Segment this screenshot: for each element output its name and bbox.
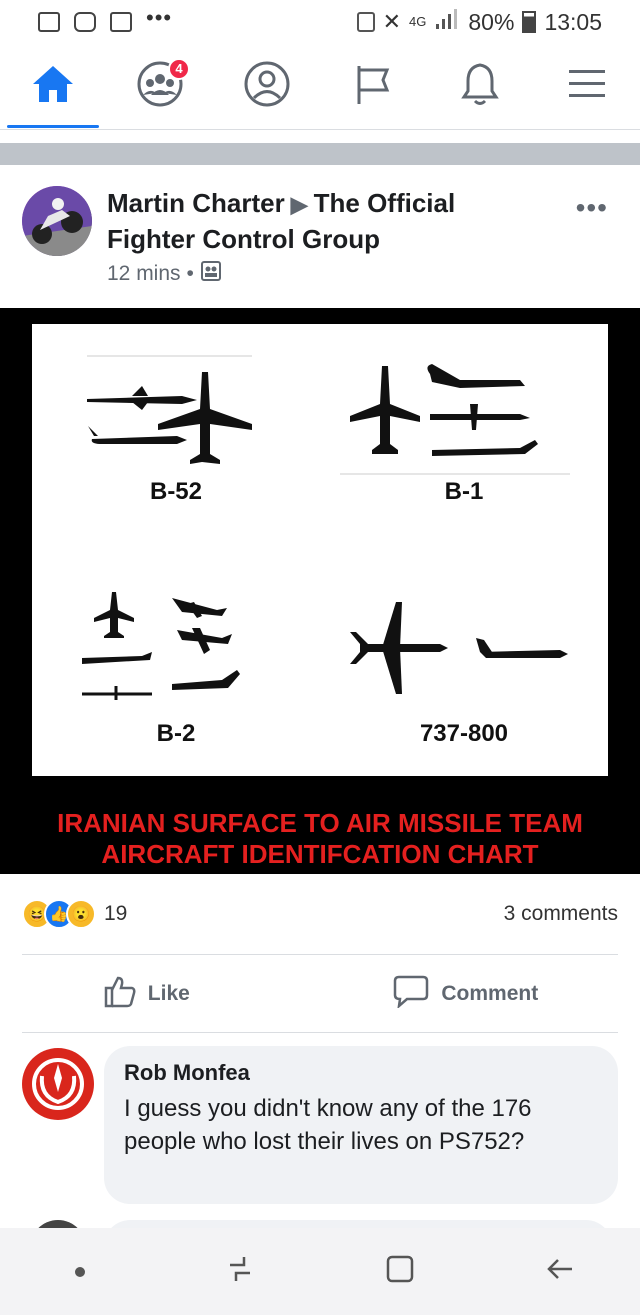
tab-pages[interactable] bbox=[323, 44, 423, 130]
post-image[interactable]: B-52 B-1 B-2 737-800 IRANIAN SURFACE TO … bbox=[0, 308, 640, 874]
divider bbox=[22, 954, 618, 955]
profile-icon bbox=[244, 61, 290, 112]
shared-to-arrow-icon: ▶ bbox=[290, 192, 308, 217]
post-meta: 12 mins • bbox=[107, 260, 222, 288]
gallery-icon bbox=[38, 12, 60, 32]
caption-line-2: AIRCRAFT IDENTIFCATION CHART bbox=[101, 839, 539, 869]
recents-icon bbox=[224, 1253, 256, 1290]
chart-label: B-52 bbox=[149, 478, 203, 505]
reactions-bar: 😆 👍 😮 19 3 comments bbox=[0, 890, 640, 938]
like-label: Like bbox=[147, 982, 190, 1005]
nav-dot-button[interactable] bbox=[30, 1242, 130, 1302]
image-caption: IRANIAN SURFACE TO AIR MISSILE TEAM AIRC… bbox=[0, 808, 640, 870]
system-navigation-bar bbox=[0, 1228, 640, 1315]
more-notifications-indicator: ••• bbox=[146, 5, 173, 30]
mail-icon bbox=[110, 12, 132, 32]
aircraft-chart: B-52 B-1 B-2 737-800 bbox=[32, 324, 608, 776]
groups-badge: 4 bbox=[167, 57, 190, 80]
group-privacy-icon bbox=[200, 260, 222, 288]
back-arrow-icon bbox=[544, 1253, 576, 1290]
aircraft-silhouettes bbox=[340, 364, 570, 475]
post-more-button[interactable]: ••• bbox=[576, 192, 608, 224]
tab-menu[interactable] bbox=[537, 44, 637, 130]
recycle-icon bbox=[356, 12, 375, 32]
tab-groups[interactable]: 4 bbox=[110, 44, 210, 130]
like-button[interactable]: Like bbox=[102, 974, 190, 1014]
chart-label: B-1 bbox=[444, 478, 484, 505]
signal-icon bbox=[434, 8, 460, 36]
author-avatar[interactable] bbox=[22, 186, 92, 256]
comment-bubble[interactable]: Rob Monfea I guess you didn't know any o… bbox=[104, 1046, 618, 1204]
reactions-count[interactable]: 19 bbox=[104, 902, 127, 926]
top-navigation: 4 bbox=[0, 44, 640, 130]
back-button[interactable] bbox=[510, 1242, 610, 1302]
network-type: 4G bbox=[409, 14, 427, 29]
battery-icon bbox=[522, 11, 537, 33]
post-time[interactable]: 12 mins bbox=[107, 262, 181, 286]
mute-icon: ✕ bbox=[382, 9, 402, 34]
instagram-icon bbox=[74, 12, 96, 32]
status-bar: ••• ✕ 4G 80% 13:05 bbox=[0, 0, 640, 44]
flag-icon bbox=[353, 62, 393, 111]
comments-count[interactable]: 3 comments bbox=[504, 902, 618, 926]
hamburger-icon bbox=[567, 67, 607, 106]
caption-line-1: IRANIAN SURFACE TO AIR MISSILE TEAM bbox=[57, 808, 583, 838]
comment-text: I guess you didn't know any of the 176 p… bbox=[124, 1095, 532, 1155]
commenter-name[interactable]: Rob Monfea bbox=[124, 1060, 598, 1086]
clock: 13:05 bbox=[544, 8, 602, 35]
comment-button[interactable]: Comment bbox=[393, 974, 538, 1014]
comment-icon bbox=[393, 974, 429, 1014]
author-name[interactable]: Martin Charter bbox=[107, 188, 285, 218]
meta-separator: • bbox=[186, 262, 194, 285]
post-header: Martin Charter ▶ The Official Fighter Cont… bbox=[0, 178, 640, 298]
battery-percent: 80% bbox=[468, 8, 515, 35]
aircraft-silhouettes bbox=[350, 602, 568, 694]
aircraft-silhouettes bbox=[82, 592, 240, 700]
home-icon bbox=[31, 64, 75, 109]
dot-icon bbox=[75, 1266, 85, 1277]
home-square-icon bbox=[384, 1253, 416, 1290]
home-button[interactable] bbox=[350, 1242, 450, 1302]
post-actions: Like Comment bbox=[0, 962, 640, 1026]
comment-label: Comment bbox=[441, 982, 539, 1005]
chart-cell-737-800: 737-800 bbox=[320, 550, 608, 776]
divider bbox=[22, 1032, 618, 1033]
feed-divider bbox=[0, 143, 640, 165]
chart-cell-b2: B-2 bbox=[32, 550, 320, 776]
recents-button[interactable] bbox=[190, 1242, 290, 1302]
commenter-avatar[interactable] bbox=[22, 1048, 94, 1120]
wow-reaction-icon: 😮 bbox=[66, 899, 96, 929]
chart-label: 737-800 bbox=[419, 720, 509, 747]
chart-label: B-2 bbox=[156, 720, 196, 747]
chart-cell-b1: B-1 bbox=[320, 324, 608, 550]
tab-notifications[interactable] bbox=[430, 44, 530, 130]
post-author-line: Martin Charter ▶ The Official Fighter Cont… bbox=[107, 186, 527, 256]
tab-home[interactable] bbox=[3, 44, 103, 130]
thumbs-up-icon bbox=[102, 974, 136, 1014]
tab-profile[interactable] bbox=[217, 44, 317, 130]
aircraft-silhouettes bbox=[87, 355, 252, 464]
bell-icon bbox=[460, 61, 500, 112]
chart-cell-b52: B-52 bbox=[32, 324, 320, 550]
